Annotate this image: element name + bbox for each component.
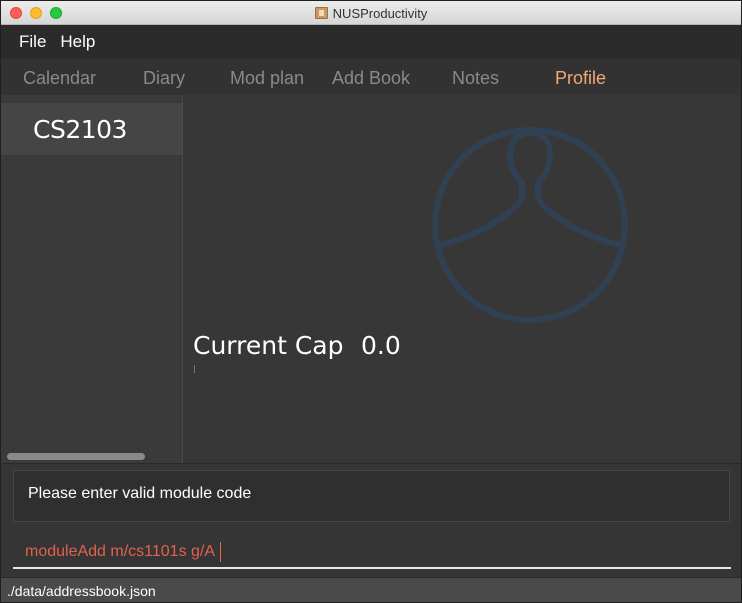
tab-diary[interactable]: Diary <box>143 68 185 89</box>
current-cap-label: Current Cap <box>193 331 344 360</box>
tab-calendar[interactable]: Calendar <box>23 68 96 89</box>
current-cap-value: 0.0 <box>361 331 401 360</box>
app-icon <box>314 7 328 19</box>
tab-bar: Calendar Diary Mod plan Add Book Notes P… <box>1 59 741 95</box>
result-message: Please enter valid module code <box>13 470 730 522</box>
data-file-path: ./data/addressbook.json <box>7 583 156 599</box>
tab-mod-plan[interactable]: Mod plan <box>230 68 304 89</box>
status-bar: ./data/addressbook.json <box>1 577 741 602</box>
tab-notes[interactable]: Notes <box>452 68 499 89</box>
menu-bar: File Help <box>1 25 741 59</box>
user-silhouette-icon <box>432 127 628 323</box>
tab-add-book[interactable]: Add Book <box>332 68 410 89</box>
cursor-mark <box>194 365 195 373</box>
tab-profile[interactable]: Profile <box>555 68 606 89</box>
menu-help[interactable]: Help <box>56 32 105 52</box>
result-display-area: Please enter valid module code <box>1 463 741 527</box>
title-bar: NUSProductivity <box>1 1 741 25</box>
horizontal-scrollbar[interactable] <box>7 453 145 460</box>
menu-file[interactable]: File <box>1 32 56 52</box>
command-box <box>1 527 741 577</box>
app-window: NUSProductivity File Help Calendar Diary… <box>0 0 742 603</box>
module-list-panel: CS2103 <box>1 95 183 463</box>
title-wrap: NUSProductivity <box>1 1 741 25</box>
module-list-item[interactable]: CS2103 <box>1 103 182 155</box>
command-input[interactable] <box>13 537 731 569</box>
window-title: NUSProductivity <box>332 5 428 21</box>
text-caret <box>220 542 221 562</box>
profile-panel: Current Cap 0.0 <box>183 95 741 463</box>
